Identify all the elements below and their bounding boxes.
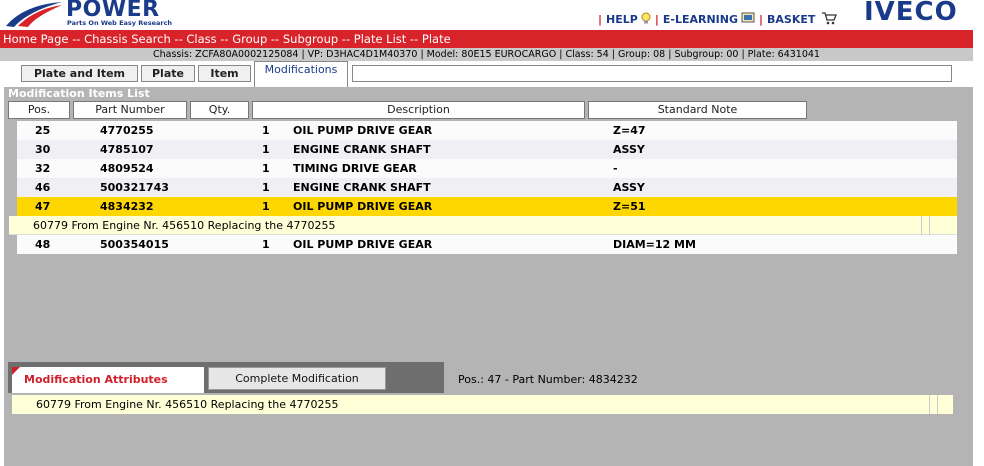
tab-corner-marker — [12, 367, 20, 375]
cell-qty: 1 — [262, 200, 270, 213]
cell-standard-note: Z=47 — [613, 124, 646, 137]
attr-cell-spacer — [937, 395, 945, 414]
cell-description: TIMING DRIVE GEAR — [293, 162, 417, 175]
modification-note: 60779 From Engine Nr. 456510 Replacing t… — [33, 219, 336, 232]
cell-standard-note: ASSY — [613, 143, 645, 156]
tab-item[interactable]: Item — [198, 65, 251, 82]
cell-standard-note: - — [613, 162, 618, 175]
basket-link[interactable]: BASKET — [767, 13, 815, 26]
tabs-row: Plate and Item Plate Item Modifications — [0, 61, 973, 87]
tab-label: Modification Attributes — [24, 373, 168, 386]
tab-modifications[interactable]: Modifications — [254, 61, 348, 87]
modification-note-row: 60779 From Engine Nr. 456510 Replacing t… — [9, 216, 957, 235]
elearning-link[interactable]: E-LEARNING — [663, 13, 738, 26]
col-header-pos[interactable]: Pos. — [8, 101, 70, 119]
attributes-tabs: Modification Attributes Complete Modific… — [8, 362, 444, 393]
note-cell-spacer — [921, 216, 929, 235]
logo-subtitle: Parts On Web Easy Research — [67, 19, 173, 27]
power-logo[interactable]: POWER Parts On Web Easy Research — [4, 0, 174, 30]
help-link[interactable]: HELP — [606, 13, 638, 26]
elearning-icon[interactable] — [741, 12, 755, 27]
attribute-row: 60779 From Engine Nr. 456510 Replacing t… — [12, 395, 953, 414]
cell-qty: 1 — [262, 143, 270, 156]
cell-pos: 46 — [35, 181, 51, 194]
tab-plate-and-item[interactable]: Plate and Item — [21, 65, 138, 82]
cell-description: ENGINE CRANK SHAFT — [293, 143, 431, 156]
cell-qty: 1 — [262, 162, 270, 175]
note-cell-spacer — [929, 216, 937, 235]
cell-qty: 1 — [262, 181, 270, 194]
cell-pos: 32 — [35, 162, 51, 175]
cell-pos: 25 — [35, 124, 51, 137]
table-row[interactable]: 48 500354015 1 OIL PUMP DRIVE GEAR DIAM=… — [17, 235, 957, 254]
cell-part-number: 4809524 — [100, 162, 154, 175]
attribute-text: 60779 From Engine Nr. 456510 Replacing t… — [36, 398, 339, 411]
cell-qty: 1 — [262, 238, 270, 251]
cell-description: OIL PUMP DRIVE GEAR — [293, 124, 433, 137]
cell-description: OIL PUMP DRIVE GEAR — [293, 238, 433, 251]
tab-strip-filler — [352, 65, 952, 82]
breadcrumb[interactable]: Home Page -- Chassis Search -- Class -- … — [0, 30, 973, 48]
modification-panel: Modification Items List Pos. Part Number… — [4, 87, 973, 466]
cell-qty: 1 — [262, 124, 270, 137]
tab-modification-attributes[interactable]: Modification Attributes — [12, 367, 204, 393]
table-row[interactable]: 30 4785107 1 ENGINE CRANK SHAFT ASSY — [17, 140, 957, 159]
cell-pos: 48 — [35, 238, 51, 251]
header: POWER Parts On Web Easy Research | HELP … — [0, 0, 984, 30]
logo-swoosh-icon — [6, 2, 62, 27]
col-header-description[interactable]: Description — [252, 101, 585, 119]
lightbulb-icon[interactable] — [641, 12, 651, 28]
cell-standard-note: ASSY — [613, 181, 645, 194]
selected-position-info: Pos.: 47 - Part Number: 4834232 — [458, 373, 638, 386]
cell-part-number: 4770255 — [100, 124, 154, 137]
top-links: | HELP | E-LEARNING | BASKET — [594, 11, 838, 28]
tab-complete-modification[interactable]: Complete Modification — [208, 367, 386, 390]
cell-part-number: 4785107 — [100, 143, 154, 156]
cell-standard-note: DIAM=12 MM — [613, 238, 696, 251]
table-row[interactable]: 46 500321743 1 ENGINE CRANK SHAFT ASSY — [17, 178, 957, 197]
section-title: Modification Items List — [8, 87, 150, 100]
cell-description: OIL PUMP DRIVE GEAR — [293, 200, 433, 213]
col-header-standard-note[interactable]: Standard Note — [588, 101, 807, 119]
cell-standard-note: Z=51 — [613, 200, 646, 213]
col-header-part-number[interactable]: Part Number — [73, 101, 187, 119]
cell-description: ENGINE CRANK SHAFT — [293, 181, 431, 194]
cell-pos: 30 — [35, 143, 51, 156]
iveco-logo: IVECO — [864, 0, 958, 27]
cell-part-number: 4834232 — [100, 200, 154, 213]
col-header-qty[interactable]: Qty. — [190, 101, 249, 119]
separator: | — [758, 13, 764, 26]
chassis-info: Chassis: ZCFA80A0002125084 | VP: D3HAC4D… — [0, 48, 973, 61]
cell-part-number: 500321743 — [100, 181, 169, 194]
separator: | — [654, 13, 659, 26]
table-row[interactable]: 32 4809524 1 TIMING DRIVE GEAR - — [17, 159, 957, 178]
table-row[interactable]: 25 4770255 1 OIL PUMP DRIVE GEAR Z=47 — [17, 121, 957, 140]
tab-plate[interactable]: Plate — [141, 65, 195, 82]
cell-pos: 47 — [35, 200, 51, 213]
separator: | — [598, 13, 603, 26]
table-row-selected[interactable]: 47 4834232 1 OIL PUMP DRIVE GEAR Z=51 — [17, 197, 957, 216]
items-table: 25 4770255 1 OIL PUMP DRIVE GEAR Z=47 30… — [9, 121, 957, 254]
cell-part-number: 500354015 — [100, 238, 169, 251]
attr-cell-spacer — [929, 395, 937, 414]
basket-icon[interactable] — [821, 11, 838, 28]
